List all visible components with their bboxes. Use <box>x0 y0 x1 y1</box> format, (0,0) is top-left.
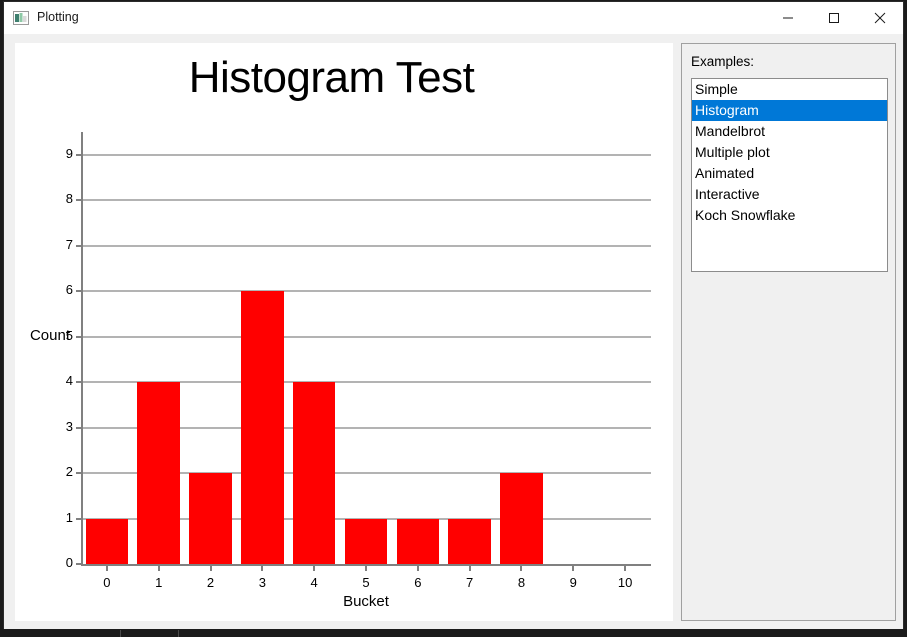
taskbar-sliver <box>0 630 907 637</box>
y-tick-label: 8 <box>65 191 73 207</box>
x-axis-line <box>81 564 651 566</box>
y-axis-title: Count <box>29 326 70 344</box>
axis-ticks-layer: 0 1 2 3 4 5 6 7 8 9 0 1 2 3 4 5 6 7 8 9 10 <box>15 43 673 621</box>
window-title: Plotting <box>37 10 79 24</box>
x-tick-label: 9 <box>569 575 577 590</box>
taskbar-divider <box>120 630 121 637</box>
y-tick-label: 6 <box>65 282 73 298</box>
x-axis-title: Bucket <box>343 593 389 610</box>
plot-app-icon <box>13 11 29 25</box>
close-icon <box>874 12 886 24</box>
list-item[interactable]: Mandelbrot <box>692 121 887 142</box>
x-tick-label: 2 <box>206 575 215 590</box>
list-item[interactable]: Multiple plot <box>692 142 887 163</box>
list-item[interactable]: Simple <box>692 79 887 100</box>
client-area: Histogram Test 0 1 2 3 4 5 6 7 8 9 0 1 2 3 4 5 6 7 8 9 10 Co… <box>4 34 903 629</box>
y-tick-label: 7 <box>65 236 73 252</box>
y-tick-label: 3 <box>65 418 73 434</box>
y-tick-label: 1 <box>65 509 73 525</box>
list-item[interactable]: Histogram <box>692 100 887 121</box>
x-tick-label: 10 <box>617 575 633 590</box>
x-tick-label: 7 <box>466 575 474 590</box>
minimize-icon <box>783 17 793 19</box>
close-button[interactable] <box>857 2 903 34</box>
y-tick-label: 4 <box>65 373 73 389</box>
examples-listbox[interactable]: Simple Histogram Mandelbrot Multiple plot An… <box>691 78 888 272</box>
maximize-button[interactable] <box>811 2 857 34</box>
x-tick-label: 3 <box>258 575 266 590</box>
list-item[interactable]: Interactive <box>692 184 887 205</box>
list-item[interactable]: Animated <box>692 163 887 184</box>
y-axis-line <box>81 132 83 566</box>
x-tick-label: 8 <box>517 575 526 590</box>
examples-panel: Examples: Simple Histogram Mandelbrot Multi… <box>681 43 896 621</box>
x-tick-label: 4 <box>310 575 318 590</box>
list-item[interactable]: Koch Snowflake <box>692 205 887 226</box>
maximize-icon <box>829 13 839 23</box>
x-tick-label: 6 <box>414 575 422 590</box>
x-tick-label: 0 <box>103 575 111 590</box>
y-tick-label: 0 <box>65 555 73 570</box>
y-tick-label: 9 <box>65 145 73 161</box>
plot-canvas[interactable]: Histogram Test 0 1 2 3 4 5 6 7 8 9 0 1 2 3 4 5 6 7 8 9 10 Co… <box>15 43 673 621</box>
examples-label: Examples: <box>691 54 755 69</box>
y-tick-label: 2 <box>65 464 73 480</box>
x-tick-label: 1 <box>155 575 163 590</box>
title-bar: Plotting <box>4 2 903 34</box>
taskbar-divider <box>178 630 179 637</box>
minimize-button[interactable] <box>765 2 811 34</box>
x-tick-label: 5 <box>362 575 370 590</box>
application-window: Plotting Histogram Test 0123456789012345… <box>3 1 904 629</box>
